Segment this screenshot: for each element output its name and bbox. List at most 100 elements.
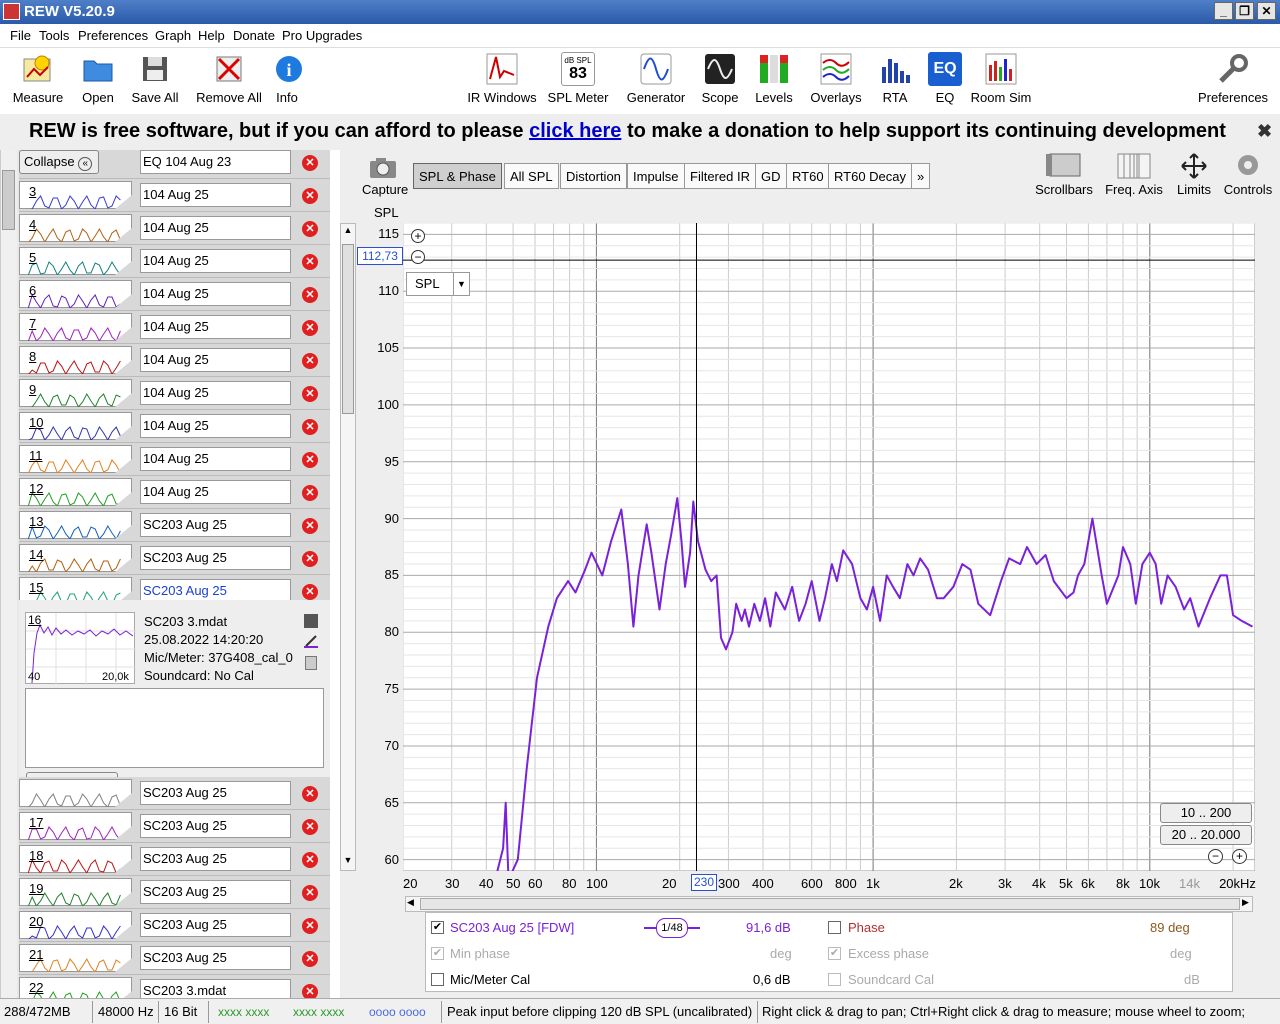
measurement-name-field[interactable]: SC203 Aug 25 (140, 781, 291, 805)
measurement-row[interactable]: 10 104 Aug 25 ✕ (19, 410, 330, 443)
delete-measurement-icon[interactable]: ✕ (302, 852, 318, 868)
smoothing-badge[interactable]: 1/48 (656, 918, 688, 938)
open-button[interactable]: Open (80, 52, 116, 105)
measurement-row[interactable]: 8 104 Aug 25 ✕ (19, 344, 330, 377)
delete-measurement-icon[interactable]: ✕ (302, 951, 318, 967)
tab-more[interactable]: » (911, 163, 931, 189)
measurement-name-field[interactable]: 104 Aug 25 (140, 216, 291, 240)
save-all-button[interactable]: Save All (128, 52, 182, 105)
measurement-row[interactable]: 19 SC203 Aug 25 ✕ (19, 876, 330, 909)
tab-gd[interactable]: GD (755, 163, 787, 189)
limits-button[interactable]: Limits (1174, 152, 1214, 197)
spl-dropdown[interactable]: SPL ▼ (406, 272, 470, 296)
measurement-row[interactable]: 6 104 Aug 25 ✕ (19, 278, 330, 311)
measurement-row[interactable]: 20 SC203 Aug 25 ✕ (19, 909, 330, 942)
measurement-row[interactable]: 17 SC203 Aug 25 ✕ (19, 810, 330, 843)
range-10-200-button[interactable]: 10 .. 200 (1160, 803, 1252, 823)
measurement-name-field[interactable]: SC203 Aug 25 (140, 880, 291, 904)
delete-measurement-icon[interactable]: ✕ (302, 551, 318, 567)
delete-measurement-icon[interactable]: ✕ (302, 452, 318, 468)
eq-button[interactable]: EQ EQ (928, 52, 962, 105)
collapse-button[interactable]: Collapse « (19, 150, 99, 174)
measurement-thumbnail[interactable]: 10 (19, 412, 132, 440)
excess-phase-checkbox[interactable]: ✔ (828, 947, 841, 960)
measurement-row[interactable]: 9 104 Aug 25 ✕ (19, 377, 330, 410)
measurement-thumbnail[interactable]: 3 (19, 181, 132, 209)
close-banner-icon[interactable]: ✖ (1257, 121, 1272, 142)
menu-preferences[interactable]: Preferences (78, 28, 148, 43)
zoom-out-icon[interactable]: − (411, 250, 425, 264)
scroll-right-icon[interactable]: ▶ (1242, 897, 1249, 908)
capture-button[interactable]: Capture (362, 182, 408, 197)
measurement-name-field[interactable]: SC203 Aug 25 (140, 814, 291, 838)
measurement-row[interactable]: 18 SC203 Aug 25 ✕ (19, 843, 330, 876)
menu-donate[interactable]: Donate (233, 28, 275, 43)
tab-distortion[interactable]: Distortion (560, 163, 627, 189)
measurement-thumbnail[interactable]: 11 (19, 445, 132, 473)
menu-graph[interactable]: Graph (155, 28, 191, 43)
phase-checkbox[interactable] (828, 921, 841, 934)
generator-button[interactable]: Generator (626, 52, 686, 105)
delete-measurement-icon[interactable]: ✕ (302, 485, 318, 501)
overlays-button[interactable]: Overlays (808, 52, 864, 105)
measurements-scroll-thumb[interactable] (2, 170, 15, 230)
measurement-name-field[interactable]: 104 Aug 25 (140, 183, 291, 207)
measurement-name-field[interactable]: 104 Aug 25 (140, 282, 291, 306)
freq-axis-button[interactable]: Freq. Axis (1102, 152, 1166, 197)
scroll-down-icon[interactable]: ▼ (341, 855, 355, 869)
save-measurement-icon[interactable] (304, 614, 318, 628)
measurement-thumbnail[interactable]: 14 (19, 544, 132, 572)
menu-tools[interactable]: Tools (39, 28, 69, 43)
measurement-thumbnail[interactable]: 19 (19, 878, 132, 906)
measurement-row[interactable]: 3 104 Aug 25 ✕ (19, 179, 330, 212)
scroll-left-icon[interactable]: ◀ (407, 897, 414, 908)
maximize-button[interactable]: ❐ (1235, 2, 1254, 20)
tab-rt60[interactable]: RT60 (786, 163, 830, 189)
measurement-thumbnail[interactable] (19, 779, 132, 807)
measurement-name-field[interactable]: SC203 Aug 25 (140, 513, 291, 537)
measurement-thumbnail[interactable]: 4 (19, 214, 132, 242)
measurement-thumbnail[interactable]: 13 (19, 511, 132, 539)
scroll-up-icon[interactable]: ▲ (341, 225, 355, 239)
preferences-button[interactable]: Preferences (1196, 52, 1270, 105)
measurement-name-field[interactable]: SC203 Aug 25 (140, 847, 291, 871)
delete-measurement-icon[interactable]: ✕ (302, 518, 318, 534)
measurement-row[interactable]: 13 SC203 Aug 25 ✕ (19, 509, 330, 542)
measurement-name-field[interactable]: SC203 Aug 25 (140, 546, 291, 570)
measurement-thumbnail[interactable]: 6 (19, 280, 132, 308)
delete-measurement-icon[interactable]: ✕ (302, 221, 318, 237)
ir-windows-button[interactable]: IR Windows (466, 52, 538, 105)
delete-measurement-icon[interactable]: ✕ (302, 188, 318, 204)
measurement-notes-area[interactable] (25, 688, 324, 768)
measurement-name-field[interactable]: 104 Aug 25 (140, 249, 291, 273)
minimize-button[interactable]: _ (1214, 2, 1233, 20)
delete-measurement-icon[interactable]: ✕ (302, 885, 318, 901)
measurement-thumbnail[interactable]: 7 (19, 313, 132, 341)
delete-measurement-icon[interactable]: ✕ (302, 819, 318, 835)
menu-pro-upgrades[interactable]: Pro Upgrades (282, 28, 362, 43)
range-20-20000-button[interactable]: 20 .. 20.000 (1160, 825, 1252, 845)
measurements-scrollbar[interactable] (0, 150, 17, 998)
measure-button[interactable]: Measure (10, 52, 66, 105)
measurement-name-field[interactable]: SC203 Aug 25 (140, 913, 291, 937)
tab-all-spl[interactable]: All SPL (504, 163, 559, 189)
measurement-thumbnail[interactable]: 8 (19, 346, 132, 374)
remove-all-button[interactable]: Remove All (194, 52, 264, 105)
scrollbars-button[interactable]: Scrollbars (1034, 152, 1094, 197)
measurement-row[interactable]: 21 SC203 Aug 25 ✕ (19, 942, 330, 975)
measurement-row[interactable]: 5 104 Aug 25 ✕ (19, 245, 330, 278)
menu-help[interactable]: Help (198, 28, 225, 43)
notes-icon[interactable] (305, 656, 317, 670)
delete-measurement-icon[interactable]: ✕ (302, 984, 318, 998)
delete-measurement-icon[interactable]: ✕ (302, 287, 318, 303)
spl-meter-button[interactable]: dB SPL 83 SPL Meter (546, 52, 610, 105)
measurement-thumbnail[interactable]: 9 (19, 379, 132, 407)
measurement-name-field[interactable]: 104 Aug 25 (140, 447, 291, 471)
delete-measurement-icon[interactable]: ✕ (302, 786, 318, 802)
levels-button[interactable]: Levels (754, 52, 794, 105)
measurement-name-field[interactable]: 104 Aug 25 (140, 480, 291, 504)
graph-vertical-scroll-thumb[interactable] (342, 244, 354, 414)
delete-measurement-icon[interactable]: ✕ (302, 155, 318, 171)
soundcard-cal-checkbox[interactable] (828, 973, 841, 986)
measurement-name-field[interactable]: SC203 3.mdat (140, 979, 291, 998)
